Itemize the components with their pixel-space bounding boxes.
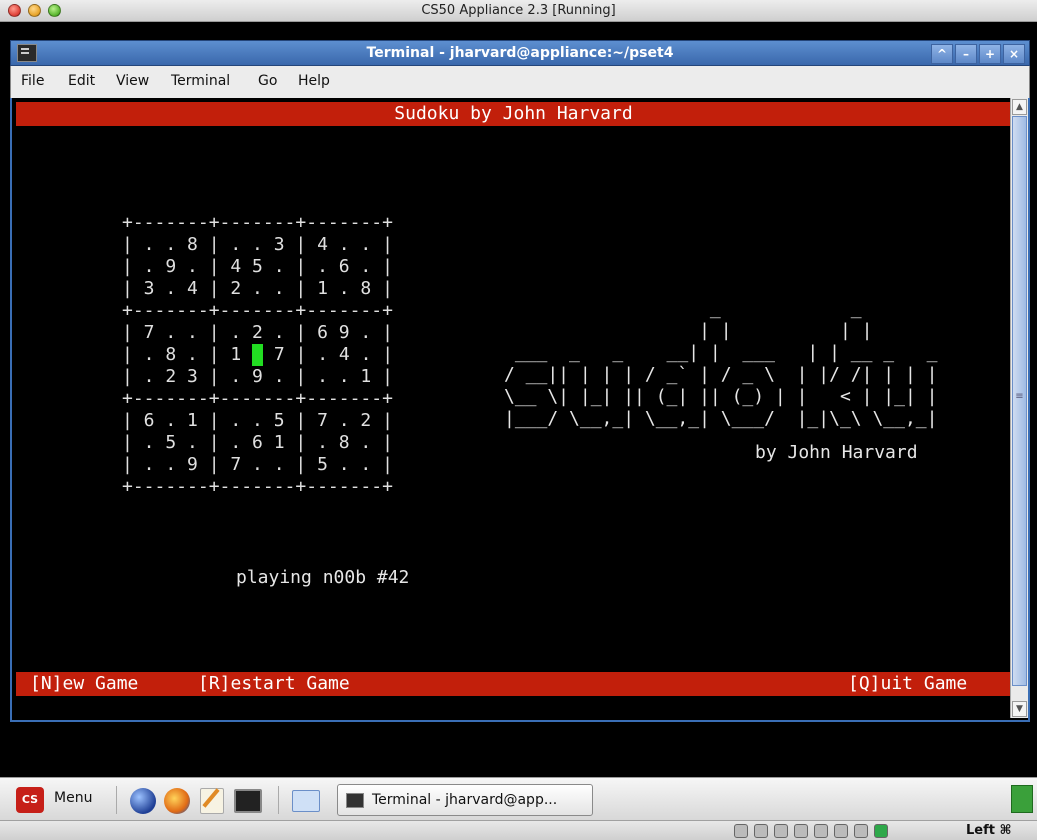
mac-window-title: CS50 Appliance 2.3 [Running] — [421, 3, 616, 18]
logo-line: / __|| | | | / _` | / _ \ | |/ /| | | | — [504, 364, 938, 385]
board-cursor — [252, 344, 264, 366]
sudoku-header-text: Sudoku by John Harvard — [394, 103, 633, 124]
usb-icon[interactable] — [774, 824, 788, 838]
board-border: +-------+-------+-------+ — [122, 476, 393, 497]
game-status: playing n00b #42 — [236, 567, 410, 588]
vm-display: Terminal - jharvard@appliance:~/pset4 ^ … — [0, 22, 1037, 820]
board-border: +-------+-------+-------+ — [122, 300, 393, 321]
board-row-4: | 7 . . | . 2 . | 6 9 . | — [122, 322, 393, 343]
byline: by John Harvard — [755, 442, 918, 463]
scroll-down-arrow-icon[interactable]: ▼ — [1012, 701, 1027, 717]
keyboard-capture-icon[interactable] — [874, 824, 888, 838]
firefox-icon[interactable] — [164, 788, 190, 814]
panel-separator — [116, 786, 117, 814]
close-button[interactable]: × — [1003, 44, 1025, 64]
virtualbox-status-bar: Left ⌘ — [0, 820, 1037, 840]
menu-terminal[interactable]: Terminal — [171, 73, 230, 89]
task-label: Terminal - jharvard@app... — [372, 792, 558, 808]
board-row-1: | . . 8 | . . 3 | 4 . . | — [122, 234, 393, 255]
terminal-title-bar[interactable]: Terminal - jharvard@appliance:~/pset4 ^ … — [10, 40, 1030, 66]
panel-separator — [278, 786, 279, 814]
logo-line: \__ \| |_| || (_| || (_) | | < | |_| | — [504, 386, 938, 407]
board-row-9: | . . 9 | 7 . . | 5 . . | — [122, 454, 393, 475]
terminal-task-icon — [346, 793, 364, 808]
logo-line: | | | | — [504, 320, 970, 341]
shared-folders-icon[interactable] — [814, 824, 828, 838]
quit-game-command: [Q]uit Game — [848, 673, 968, 694]
board-border: +-------+-------+-------+ — [122, 212, 393, 233]
taskbar-terminal-button[interactable]: Terminal - jharvard@app... — [337, 784, 593, 816]
terminal-launcher-icon[interactable] — [234, 789, 262, 813]
board-row-5-tail: 7 | . 4 . | — [263, 344, 394, 365]
board-row-6: | . 2 3 | . 9 . | . . 1 | — [122, 366, 393, 387]
board-row-3: | 3 . 4 | 2 . . | 1 . 8 | — [122, 278, 393, 299]
board-border: +-------+-------+-------+ — [122, 388, 393, 409]
menu-file[interactable]: File — [21, 73, 44, 89]
menu-help[interactable]: Help — [298, 73, 330, 89]
mouse-integration-icon[interactable] — [854, 824, 868, 838]
terminal-window-title: Terminal - jharvard@appliance:~/pset4 — [366, 45, 674, 61]
sudoku-header-bar: Sudoku by John Harvard — [16, 102, 1011, 126]
new-game-command: [N]ew Game — [30, 673, 139, 694]
host-key-label: Left ⌘ — [966, 823, 1012, 838]
sudoku-board: +-------+-------+-------+ | . . 8 | . . … — [122, 212, 393, 498]
restart-game-command: [R]estart Game — [198, 673, 350, 694]
terminal-scrollbar[interactable]: ▲ ≡ ▼ — [1010, 98, 1028, 718]
globe-icon[interactable] — [130, 788, 156, 814]
minimize-button[interactable]: – — [955, 44, 977, 64]
display-icon[interactable] — [834, 824, 848, 838]
menu-go[interactable]: Go — [258, 73, 277, 89]
text-editor-icon[interactable] — [200, 788, 224, 814]
menu-view[interactable]: View — [116, 73, 149, 89]
network-icon[interactable] — [794, 824, 808, 838]
sudoku-footer-bar: [N]ew Game [R]estart Game [Q]uit Game — [16, 672, 1011, 696]
optical-drive-icon[interactable] — [754, 824, 768, 838]
terminal-menubar: File Edit View Terminal Go Help — [10, 66, 1030, 98]
menu-edit[interactable]: Edit — [68, 73, 95, 89]
board-row-5: | . 8 . | 1 — [122, 344, 253, 365]
cs50-menu-icon[interactable]: CS — [16, 787, 44, 813]
terminal-view[interactable]: Sudoku by John Harvard +-------+-------+… — [10, 98, 1030, 722]
mac-title-bar[interactable]: CS50 Appliance 2.3 [Running] — [0, 0, 1037, 22]
shade-button[interactable]: ^ — [931, 44, 953, 64]
xfce-panel: CS Menu Terminal - jharvard@app... — [0, 777, 1037, 820]
sudoku-ascii-logo: _ _ | | | | ___ _ _ __| | ___ | | __ _ _… — [504, 298, 970, 430]
logo-line: |___/ \__,_| \__,_| \___/ |_|\_\ \__,_| — [504, 408, 938, 429]
terminal-screen: Sudoku by John Harvard +-------+-------+… — [16, 102, 1011, 716]
scroll-up-arrow-icon[interactable]: ▲ — [1012, 99, 1027, 115]
menu-label[interactable]: Menu — [54, 790, 92, 806]
maximize-button[interactable]: + — [979, 44, 1001, 64]
board-row-8: | . 5 . | . 6 1 | . 8 . | — [122, 432, 393, 453]
show-desktop-icon[interactable] — [292, 790, 320, 812]
logo-line: ___ _ _ __| | ___ | | __ _ _ — [504, 342, 949, 363]
hard-disk-icon[interactable] — [734, 824, 748, 838]
board-row-2: | . 9 . | 4 5 . | . 6 . | — [122, 256, 393, 277]
logo-line: _ _ — [504, 298, 970, 319]
board-row-7: | 6 . 1 | . . 5 | 7 . 2 | — [122, 410, 393, 431]
logout-icon[interactable] — [1011, 785, 1033, 813]
scrollbar-thumb[interactable]: ≡ — [1012, 116, 1027, 686]
